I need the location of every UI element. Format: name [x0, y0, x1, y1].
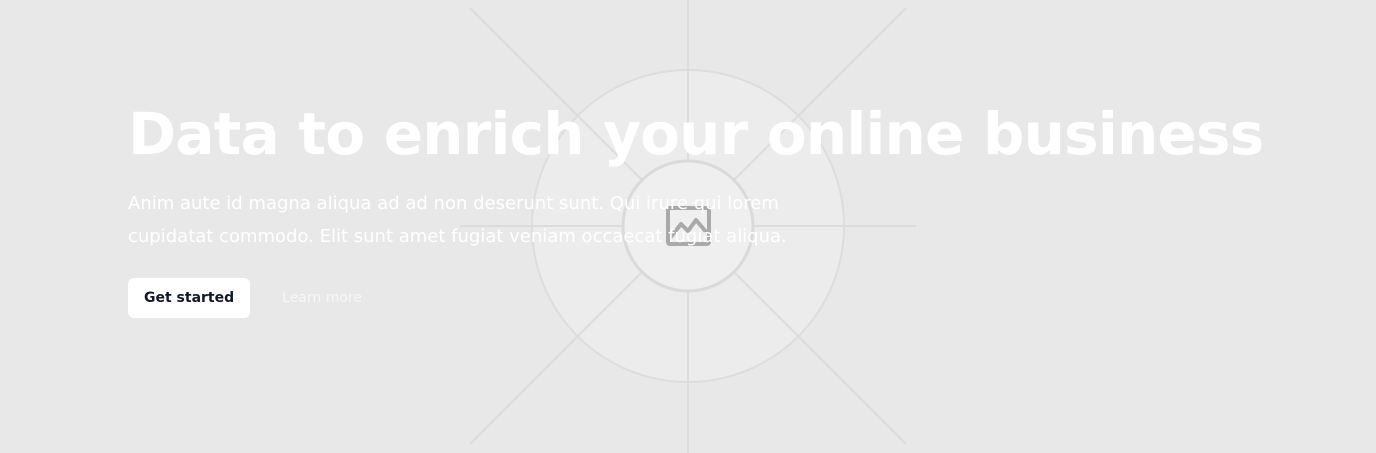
hero-description: Anim aute id magna aliqua ad ad non dese… — [128, 193, 787, 247]
hero-section: Data to enrich your online business Anim… — [0, 0, 1376, 453]
learn-more-link[interactable]: Learn more — [282, 289, 362, 307]
hero-content: Data to enrich your online business Anim… — [128, 98, 1264, 318]
hero-headline: Data to enrich your online business — [128, 100, 1264, 168]
get-started-button[interactable]: Get started — [128, 278, 251, 318]
hero-actions: Get started Learn more — [128, 278, 1228, 318]
